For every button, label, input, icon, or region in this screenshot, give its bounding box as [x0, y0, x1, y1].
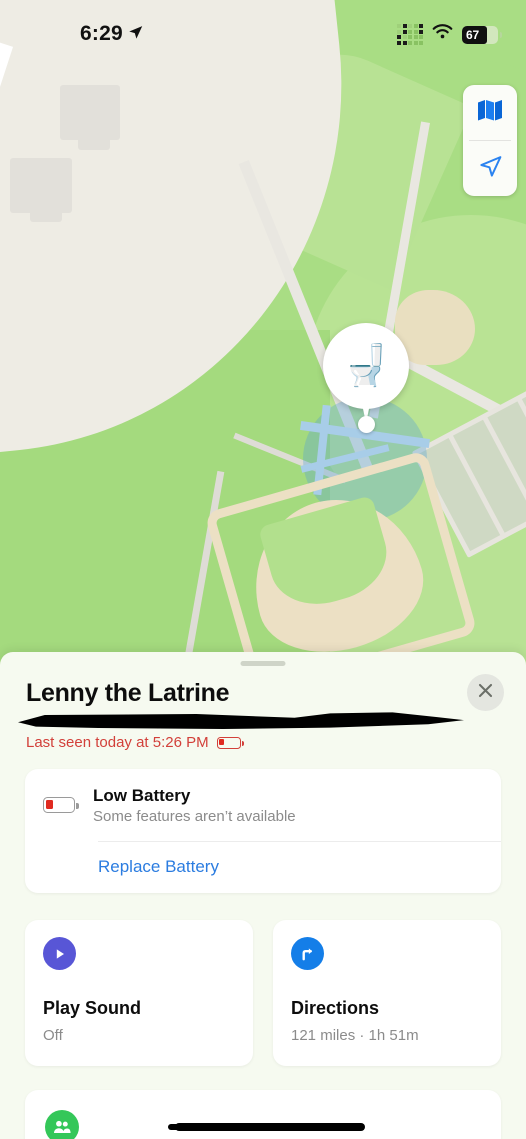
cellular-signal-icon — [397, 24, 423, 45]
status-time: 6:29 — [80, 22, 144, 46]
replace-battery-link[interactable]: Replace Battery — [25, 842, 501, 892]
low-battery-row: Low Battery Some features aren’t availab… — [25, 769, 501, 841]
low-battery-title: Low Battery — [93, 785, 191, 805]
low-battery-icon — [43, 797, 79, 813]
last-seen-label: Last seen today at 5:26 PM — [26, 734, 209, 751]
last-seen-status: Last seen today at 5:26 PM — [26, 734, 244, 751]
phone-screen: 🚽 6:29 67 Lenny the Latrine Last seen to… — [0, 0, 526, 1139]
clock-label: 6:29 — [80, 22, 123, 45]
map-layers-icon — [477, 99, 503, 126]
map-layers-button[interactable] — [463, 85, 517, 140]
page-title: Lenny the Latrine — [26, 679, 230, 707]
close-icon — [477, 682, 494, 704]
people-group-icon — [45, 1110, 79, 1139]
directions-turn-right-icon — [291, 937, 324, 970]
map-building — [30, 200, 62, 222]
people-card[interactable] — [25, 1090, 501, 1139]
play-sound-title: Play Sound — [43, 998, 142, 1018]
battery-percent-label: 67 — [466, 27, 479, 42]
directions-title: Directions — [291, 998, 380, 1018]
wifi-icon — [432, 24, 453, 45]
home-indicator[interactable] — [168, 1124, 358, 1130]
play-sound-tile[interactable]: Play Sound Off — [25, 920, 253, 1066]
close-button[interactable] — [467, 674, 504, 711]
directions-subtitle: 121 miles · 1h 51m — [291, 1027, 419, 1044]
location-arrow-icon — [478, 154, 503, 184]
directions-tile[interactable]: Directions 121 miles · 1h 51m — [273, 920, 501, 1066]
map-controls[interactable] — [463, 85, 517, 196]
status-bar: 6:29 67 — [0, 0, 526, 62]
pin-anchor-dot — [358, 416, 375, 433]
sheet-grabber[interactable] — [240, 661, 286, 666]
map-building — [78, 128, 110, 150]
battery-icon: 67 — [462, 25, 502, 44]
locate-me-button[interactable] — [463, 141, 517, 196]
play-sound-subtitle: Off — [43, 1027, 63, 1044]
status-indicators: 67 — [397, 24, 502, 45]
play-sound-icon — [43, 937, 76, 970]
location-arrow-icon — [127, 23, 144, 47]
detail-sheet: Lenny the Latrine Last seen today at 5:2… — [0, 652, 526, 1139]
low-battery-subtitle: Some features aren’t available — [93, 807, 296, 825]
toilet-pin[interactable]: 🚽 — [323, 323, 409, 439]
low-battery-icon — [216, 736, 244, 749]
redacted-subtitle — [18, 712, 464, 729]
low-battery-card: Low Battery Some features aren’t availab… — [25, 769, 501, 893]
